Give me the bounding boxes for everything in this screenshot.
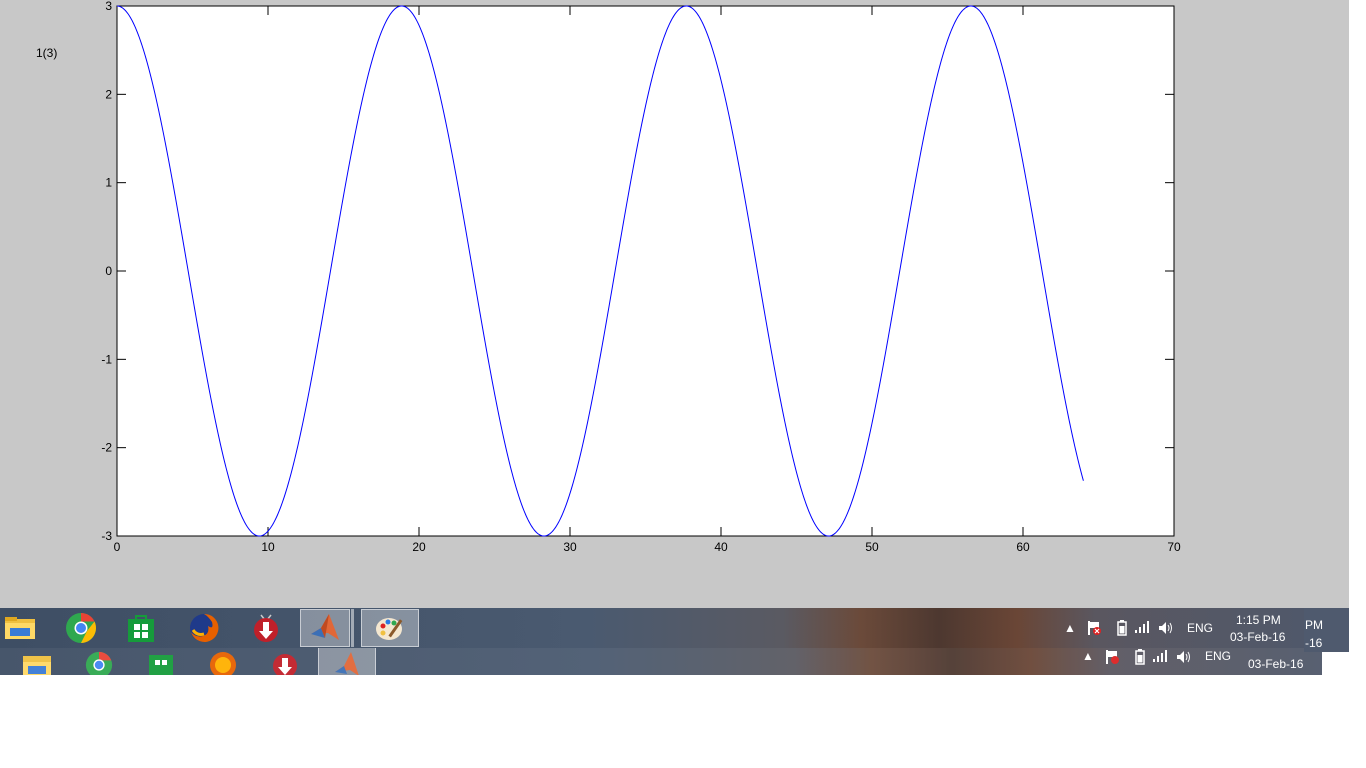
ghost-language-indicator: ENG [1205,649,1232,663]
show-hidden-icons: ▲ [1082,649,1094,663]
windows-store-icon[interactable] [118,609,164,647]
ghost-clock-time: PM [1305,618,1323,632]
x-tick-label: 30 [563,540,577,554]
clock-time[interactable]: 1:15 PM [1236,613,1281,627]
y-tick-label: 1 [105,176,112,190]
ghost-clock-date: 03-Feb-16 [1248,657,1304,671]
volume-icon[interactable] [1158,620,1174,636]
y-tick-label: -3 [101,529,112,543]
y-tick-label: 0 [105,264,112,278]
y-tick-label: -1 [101,352,112,366]
battery-icon [1132,649,1148,665]
firefox-icon[interactable] [181,609,227,647]
plot-area: 0 10 20 30 40 50 60 703210-1-2-3 [101,0,1181,554]
matlab-icon [318,646,376,675]
y-tick-label: 2 [105,87,112,101]
battery-icon[interactable] [1114,620,1130,636]
taskbar-ghost: ▲ ENG 03-Feb-16 [0,645,1322,675]
downloader-icon [262,646,308,675]
ghost-clock-date-fragment: -16 [1305,636,1323,650]
volume-icon [1176,649,1192,665]
chrome-icon[interactable] [58,609,104,647]
x-tick-label: 50 [865,540,879,554]
firefox-icon [200,646,246,675]
x-tick-label: 10 [261,540,275,554]
taskbar-stack-divider [351,609,354,647]
file-explorer-icon [14,646,60,675]
paint-icon[interactable] [361,609,419,647]
file-explorer-icon[interactable] [0,609,43,647]
x-tick-label: 0 [114,540,121,554]
x-tick-label: 60 [1016,540,1030,554]
action-center-flag-icon [1104,649,1120,665]
x-tick-label: 40 [714,540,728,554]
windows-store-icon [138,646,184,675]
x-tick-label: 70 [1167,540,1181,554]
matlab-icon[interactable] [300,609,350,647]
signal-icon[interactable] [1134,620,1150,636]
signal-icon [1152,649,1168,665]
clock-date[interactable]: 03-Feb-16 [1230,630,1285,644]
y-tick-label: -2 [101,441,112,455]
x-tick-label: 20 [412,540,426,554]
action-center-flag-icon[interactable] [1086,620,1102,636]
downloader-icon[interactable] [243,609,289,647]
show-hidden-icons[interactable]: ▲ [1062,620,1078,636]
language-indicator[interactable]: ENG [1187,621,1213,635]
axes-box [116,5,1175,537]
y-tick-label: 3 [105,0,112,13]
chrome-icon [76,646,122,675]
taskbar: ▲ ENG 1:15 PM 03-Feb-16 [0,608,1304,648]
taskbar-ghost-clock: PM -16 [1304,608,1349,652]
